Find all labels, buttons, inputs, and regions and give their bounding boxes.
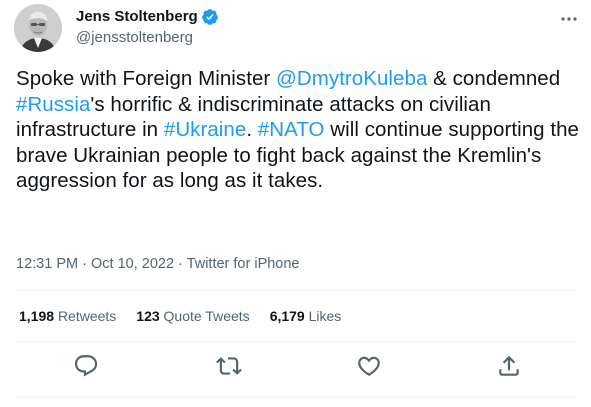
tweet-time[interactable]: 12:31 PM bbox=[16, 256, 78, 272]
author-display-name[interactable]: Jens Stoltenberg bbox=[76, 7, 198, 27]
hashtag-link-nato[interactable]: #NATO bbox=[258, 118, 325, 141]
tweet-date[interactable]: Oct 10, 2022 bbox=[91, 256, 174, 272]
avatar[interactable] bbox=[14, 4, 62, 52]
quote-tweets-count: 123 bbox=[136, 308, 160, 324]
mention-link[interactable]: @DmytroKuleba bbox=[276, 67, 427, 90]
author-name-row: Jens Stoltenberg bbox=[76, 7, 219, 27]
verified-badge-icon bbox=[201, 8, 219, 26]
tweet-source[interactable]: Twitter for iPhone bbox=[187, 256, 300, 272]
tweet-actions bbox=[0, 353, 591, 379]
hashtag-link-russia[interactable]: #Russia bbox=[16, 93, 90, 116]
retweets-stat[interactable]: 1,198 Retweets bbox=[19, 306, 116, 326]
likes-stat[interactable]: 6,179 Likes bbox=[270, 306, 342, 326]
author-handle[interactable]: @jensstoltenberg bbox=[76, 28, 193, 48]
tweet: Jens Stoltenberg @jensstoltenberg Spoke … bbox=[0, 0, 591, 407]
avatar-photo bbox=[14, 4, 62, 52]
tweet-text-segment: & condemned bbox=[427, 67, 561, 90]
like-button[interactable] bbox=[356, 353, 382, 379]
retweet-icon bbox=[216, 357, 242, 375]
divider bbox=[16, 396, 575, 397]
likes-count: 6,179 bbox=[269, 308, 305, 324]
retweet-button[interactable] bbox=[216, 353, 242, 379]
meta-separator: · bbox=[82, 256, 87, 272]
likes-label: Likes bbox=[308, 308, 342, 324]
hashtag-link-ukraine[interactable]: #Ukraine bbox=[164, 118, 246, 141]
like-icon bbox=[358, 356, 380, 376]
more-options-icon[interactable] bbox=[557, 9, 581, 29]
reply-button[interactable] bbox=[73, 353, 99, 379]
tweet-text-segment: . bbox=[246, 118, 258, 141]
quote-tweets-stat[interactable]: 123 Quote Tweets bbox=[136, 306, 249, 326]
tweet-stats: 1,198 Retweets 123 Quote Tweets 6,179 Li… bbox=[19, 306, 361, 326]
tweet-text-segment: Spoke with Foreign Minister bbox=[16, 67, 277, 90]
tweet-text: Spoke with Foreign Minister @DmytroKuleb… bbox=[16, 66, 581, 194]
quote-tweets-label: Quote Tweets bbox=[163, 308, 250, 324]
share-button[interactable] bbox=[496, 353, 522, 379]
reply-icon bbox=[74, 355, 98, 377]
tweet-meta: 12:31 PM · Oct 10, 2022 · Twitter for iP… bbox=[16, 254, 300, 274]
retweets-label: Retweets bbox=[57, 308, 117, 324]
divider bbox=[16, 341, 575, 342]
meta-separator: · bbox=[178, 256, 183, 272]
share-icon bbox=[499, 355, 519, 376]
divider bbox=[16, 290, 575, 291]
retweets-count: 1,198 bbox=[19, 308, 55, 324]
